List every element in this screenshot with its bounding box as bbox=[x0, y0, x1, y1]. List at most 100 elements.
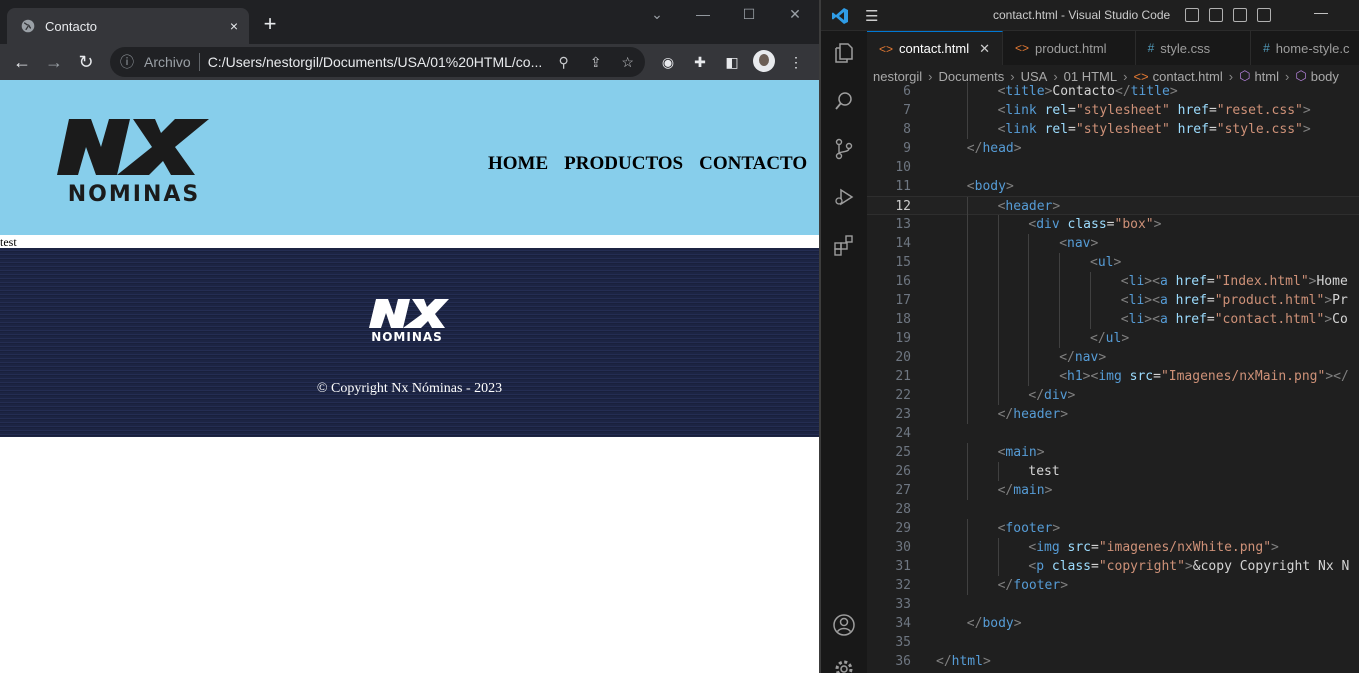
accounts-icon[interactable] bbox=[832, 613, 856, 637]
code-token: > bbox=[1113, 255, 1122, 270]
code-token: = bbox=[1068, 103, 1076, 118]
profile-avatar[interactable] bbox=[753, 50, 775, 72]
search-icon[interactable] bbox=[832, 89, 856, 113]
code-line[interactable]: 23 </header> bbox=[867, 405, 1359, 424]
maximize-button[interactable]: ☐ bbox=[734, 6, 764, 26]
code-line[interactable]: 11 <body> bbox=[867, 177, 1359, 196]
indent-guide bbox=[1059, 329, 1061, 348]
nx-nominas-logo[interactable]: NOMINAS bbox=[57, 117, 211, 207]
code-token: header bbox=[1013, 407, 1061, 422]
toggle-primary-sidebar-icon[interactable] bbox=[1185, 8, 1199, 22]
code-line[interactable]: 28 bbox=[867, 500, 1359, 519]
extension-1password-icon[interactable]: ◉ bbox=[657, 52, 679, 72]
code-line[interactable]: 10 bbox=[867, 158, 1359, 177]
customize-layout-icon[interactable] bbox=[1257, 8, 1271, 22]
code-line[interactable]: 33 bbox=[867, 595, 1359, 614]
code-line[interactable]: 34 </body> bbox=[867, 614, 1359, 633]
code-line[interactable]: 22 </div> bbox=[867, 386, 1359, 405]
run-debug-icon[interactable] bbox=[832, 185, 856, 209]
tab-title: Contacto bbox=[45, 18, 98, 34]
code-token: href bbox=[1175, 293, 1207, 308]
code-token: href bbox=[1175, 312, 1207, 327]
code-token: "box" bbox=[1114, 217, 1154, 232]
minimize-button[interactable]: — bbox=[688, 6, 718, 26]
close-window-button[interactable]: ✕ bbox=[780, 6, 810, 26]
code-line[interactable]: 25 <main> bbox=[867, 443, 1359, 462]
editor-tab-style-css[interactable]: # style.css bbox=[1136, 31, 1252, 65]
chrome-menu-icon[interactable]: ⋮ bbox=[785, 52, 807, 72]
editor-tab-product-html[interactable]: <> product.html bbox=[1003, 31, 1136, 65]
extensions-puzzle-icon[interactable]: ✚ bbox=[689, 52, 711, 72]
code-token: body bbox=[982, 616, 1014, 631]
code-line[interactable]: 20 </nav> bbox=[867, 348, 1359, 367]
code-line[interactable]: 18 <li><a href="contact.html">Co bbox=[867, 310, 1359, 329]
code-line[interactable]: 7 <link rel="stylesheet" href="reset.css"… bbox=[867, 101, 1359, 120]
code-text: <h1><img src="Imagenes/nxMain.png"></ bbox=[1059, 367, 1349, 386]
code-line[interactable]: 32 </footer> bbox=[867, 576, 1359, 595]
tab-search-icon[interactable]: ⌄ bbox=[642, 6, 672, 26]
extensions-icon[interactable] bbox=[832, 233, 856, 257]
code-line[interactable]: 14 <nav> bbox=[867, 234, 1359, 253]
bookmark-star-icon[interactable]: ☆ bbox=[612, 54, 644, 71]
code-line[interactable]: 31 <p class="copyright">&copy Copyright N… bbox=[867, 557, 1359, 576]
code-token: > bbox=[1324, 293, 1333, 308]
code-line[interactable]: 26 test bbox=[867, 462, 1359, 481]
code-line[interactable]: 36 </html> bbox=[867, 652, 1359, 671]
info-icon[interactable]: ⓘ bbox=[120, 52, 136, 72]
nav-link-contacto[interactable]: CONTACTO bbox=[699, 153, 807, 175]
code-token: "style.css" bbox=[1216, 122, 1303, 137]
hamburger-menu-icon[interactable]: ☰ bbox=[865, 7, 878, 25]
address-bar[interactable]: ⓘ Archivo C:/Users/nestorgil/Documents/U… bbox=[110, 47, 645, 77]
line-number: 32 bbox=[895, 578, 911, 593]
vscode-logo-icon[interactable] bbox=[831, 7, 849, 25]
reload-icon[interactable]: ↻ bbox=[73, 50, 99, 74]
zoom-icon[interactable]: ⚲ bbox=[548, 54, 580, 71]
code-line[interactable]: 30 <img src="imagenes/nxWhite.png"> bbox=[867, 538, 1359, 557]
code-line[interactable]: 29 <footer> bbox=[867, 519, 1359, 538]
toggle-secondary-sidebar-icon[interactable] bbox=[1233, 8, 1247, 22]
new-tab-button[interactable]: + bbox=[258, 13, 282, 37]
share-icon[interactable]: ⇪ bbox=[580, 54, 612, 71]
indent-guide bbox=[1028, 329, 1030, 348]
code-token: > bbox=[1060, 578, 1069, 593]
source-control-icon[interactable] bbox=[832, 137, 856, 161]
code-line[interactable]: 35 bbox=[867, 633, 1359, 652]
code-line[interactable]: 9 </head> bbox=[867, 139, 1359, 158]
editor-tab-contact-html[interactable]: <> contact.html ✕ bbox=[867, 31, 1004, 65]
line-number: 33 bbox=[895, 597, 911, 612]
code-line[interactable]: 15 <ul> bbox=[867, 253, 1359, 272]
code-line[interactable]: 17 <li><a href="product.html">Pr bbox=[867, 291, 1359, 310]
browser-tab-contacto[interactable]: Contacto × bbox=[7, 8, 249, 44]
code-line[interactable]: 12 <header> bbox=[867, 196, 1359, 216]
indent-guide bbox=[966, 557, 968, 576]
code-token: </ bbox=[997, 483, 1014, 498]
code-line[interactable]: 19 </ul> bbox=[867, 329, 1359, 348]
vscode-minimize-button[interactable]: — bbox=[1314, 4, 1328, 20]
code-line[interactable]: 8 <link rel="stylesheet" href="style.css"… bbox=[867, 120, 1359, 139]
close-tab-icon[interactable]: ✕ bbox=[979, 41, 990, 57]
explorer-icon[interactable] bbox=[832, 41, 856, 65]
nav-link-productos[interactable]: PRODUCTOS bbox=[564, 153, 683, 175]
code-line[interactable]: 16 <li><a href="Index.html">Home bbox=[867, 272, 1359, 291]
code-editor[interactable]: 6 <title>Contacto</title> 7 <link rel="styl… bbox=[867, 82, 1359, 673]
nav-link-home[interactable]: HOME bbox=[488, 153, 548, 175]
side-panel-icon[interactable]: ◧ bbox=[721, 52, 743, 72]
code-token: Co bbox=[1332, 312, 1348, 327]
code-line[interactable]: 6 <title>Contacto</title> bbox=[867, 82, 1359, 101]
code-token: </ bbox=[936, 654, 952, 669]
code-token: > bbox=[1013, 616, 1022, 631]
tab-close-icon[interactable]: × bbox=[219, 18, 249, 34]
forward-arrow-icon[interactable]: → bbox=[41, 50, 67, 74]
code-token: title bbox=[1130, 84, 1170, 99]
code-text: </nav> bbox=[1059, 348, 1106, 367]
code-line[interactable]: 21 <h1><img src="Imagenes/nxMain.png"></ bbox=[867, 367, 1359, 386]
code-line[interactable]: 27 </main> bbox=[867, 481, 1359, 500]
indent-guide bbox=[1028, 310, 1030, 329]
url-text[interactable]: C:/Users/nestorgil/Documents/USA/01%20HT… bbox=[208, 54, 548, 70]
back-arrow-icon[interactable]: ← bbox=[9, 50, 35, 74]
code-line[interactable]: 24 bbox=[867, 424, 1359, 443]
toggle-panel-icon[interactable] bbox=[1209, 8, 1223, 22]
code-line[interactable]: 13 <div class="box"> bbox=[867, 215, 1359, 234]
settings-gear-icon[interactable] bbox=[832, 657, 856, 673]
editor-tab-home-style-css[interactable]: # home-style.c bbox=[1251, 31, 1359, 65]
